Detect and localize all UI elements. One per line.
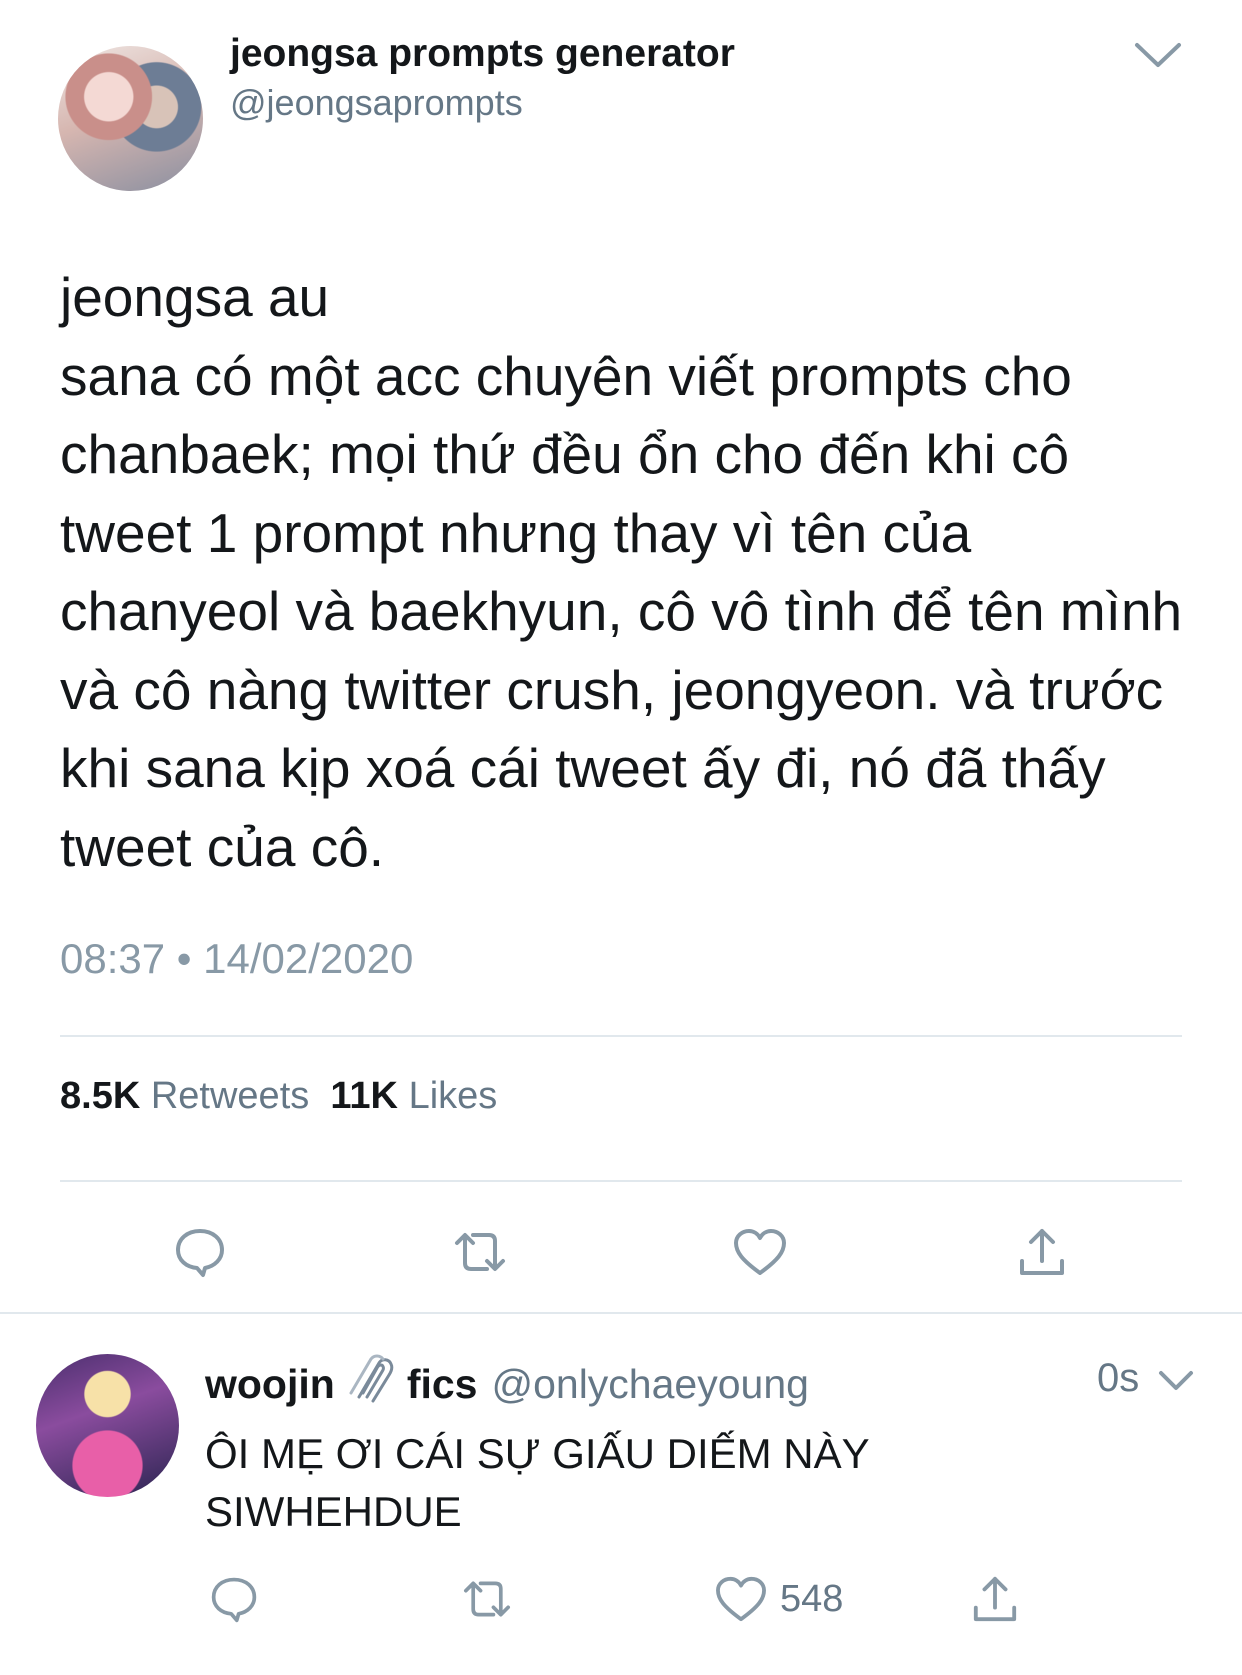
reply-time: 0s bbox=[1097, 1356, 1140, 1400]
retweet-count[interactable]: 8.5K bbox=[60, 1075, 140, 1117]
avatar[interactable] bbox=[58, 46, 203, 191]
reply-handle[interactable]: @onlychaeyoung bbox=[491, 1361, 808, 1408]
reply-display-name-suffix[interactable]: fics bbox=[407, 1361, 478, 1408]
divider bbox=[60, 1035, 1182, 1037]
reply-text: ÔI MẸ ƠI CÁI SỰ GIẤU DIẾM NÀY SIWHEHDUE bbox=[205, 1430, 870, 1535]
reply-display-name[interactable]: woojin bbox=[205, 1361, 335, 1408]
reply-bubble-icon[interactable] bbox=[170, 1222, 230, 1282]
share-icon[interactable] bbox=[1012, 1222, 1072, 1282]
like-label[interactable]: Likes bbox=[409, 1075, 498, 1117]
user-handle[interactable]: @jeongsaprompts bbox=[230, 82, 523, 124]
paperclip-icon bbox=[345, 1353, 397, 1415]
heart-icon[interactable] bbox=[730, 1222, 790, 1282]
engagement-stats: 8.5K Retweets 11K Likes bbox=[60, 1075, 497, 1118]
retweet-icon[interactable] bbox=[458, 1572, 516, 1626]
reply-header: woojin fics @onlychaeyoung bbox=[205, 1353, 809, 1415]
reply-avatar[interactable] bbox=[36, 1354, 179, 1497]
like-button[interactable]: 548 bbox=[714, 1572, 884, 1626]
heart-icon bbox=[714, 1575, 768, 1623]
share-icon[interactable] bbox=[968, 1570, 1022, 1628]
reply-bubble-icon[interactable] bbox=[207, 1572, 261, 1626]
retweet-icon[interactable] bbox=[450, 1222, 510, 1282]
divider bbox=[0, 1312, 1242, 1314]
display-name[interactable]: jeongsa prompts generator bbox=[230, 32, 735, 76]
chevron-down-icon[interactable] bbox=[1157, 1368, 1195, 1399]
like-count[interactable]: 11K bbox=[330, 1075, 398, 1117]
retweet-label[interactable]: Retweets bbox=[151, 1075, 309, 1117]
chevron-down-icon[interactable] bbox=[1133, 40, 1183, 70]
divider bbox=[60, 1180, 1182, 1182]
tweet-text: jeongsa au sana có một acc chuyên viết p… bbox=[60, 266, 1183, 878]
reply-like-count: 548 bbox=[780, 1577, 844, 1620]
tweet-timestamp: 08:37 • 14/02/2020 bbox=[60, 935, 414, 982]
